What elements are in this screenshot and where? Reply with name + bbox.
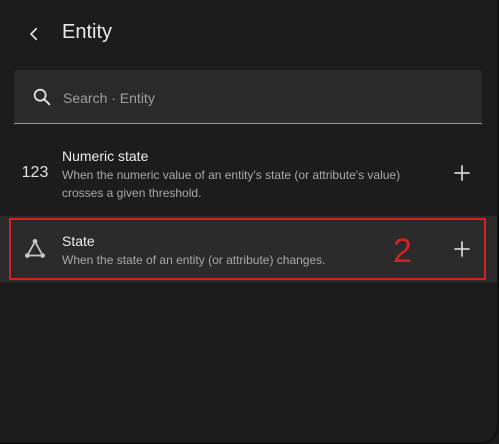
annotation-highlight-box bbox=[9, 218, 486, 280]
numeric-123-icon: 123 bbox=[21, 164, 49, 181]
chevron-left-icon bbox=[30, 27, 38, 41]
list-item-description: When the numeric value of an entity's st… bbox=[62, 168, 401, 200]
search-field[interactable] bbox=[14, 70, 482, 124]
dialog-header: Entity bbox=[0, 0, 497, 64]
search-input[interactable] bbox=[61, 83, 465, 113]
annotation-label: 2 bbox=[393, 232, 412, 270]
back-button[interactable] bbox=[20, 20, 48, 48]
dialog: Entity 123 Numeric state When the numeri… bbox=[0, 0, 499, 444]
dialog-title: Entity bbox=[62, 21, 113, 43]
add-numeric-state-button[interactable] bbox=[450, 161, 474, 185]
search-icon bbox=[33, 88, 51, 106]
list-item-title: Numeric state bbox=[62, 148, 149, 164]
